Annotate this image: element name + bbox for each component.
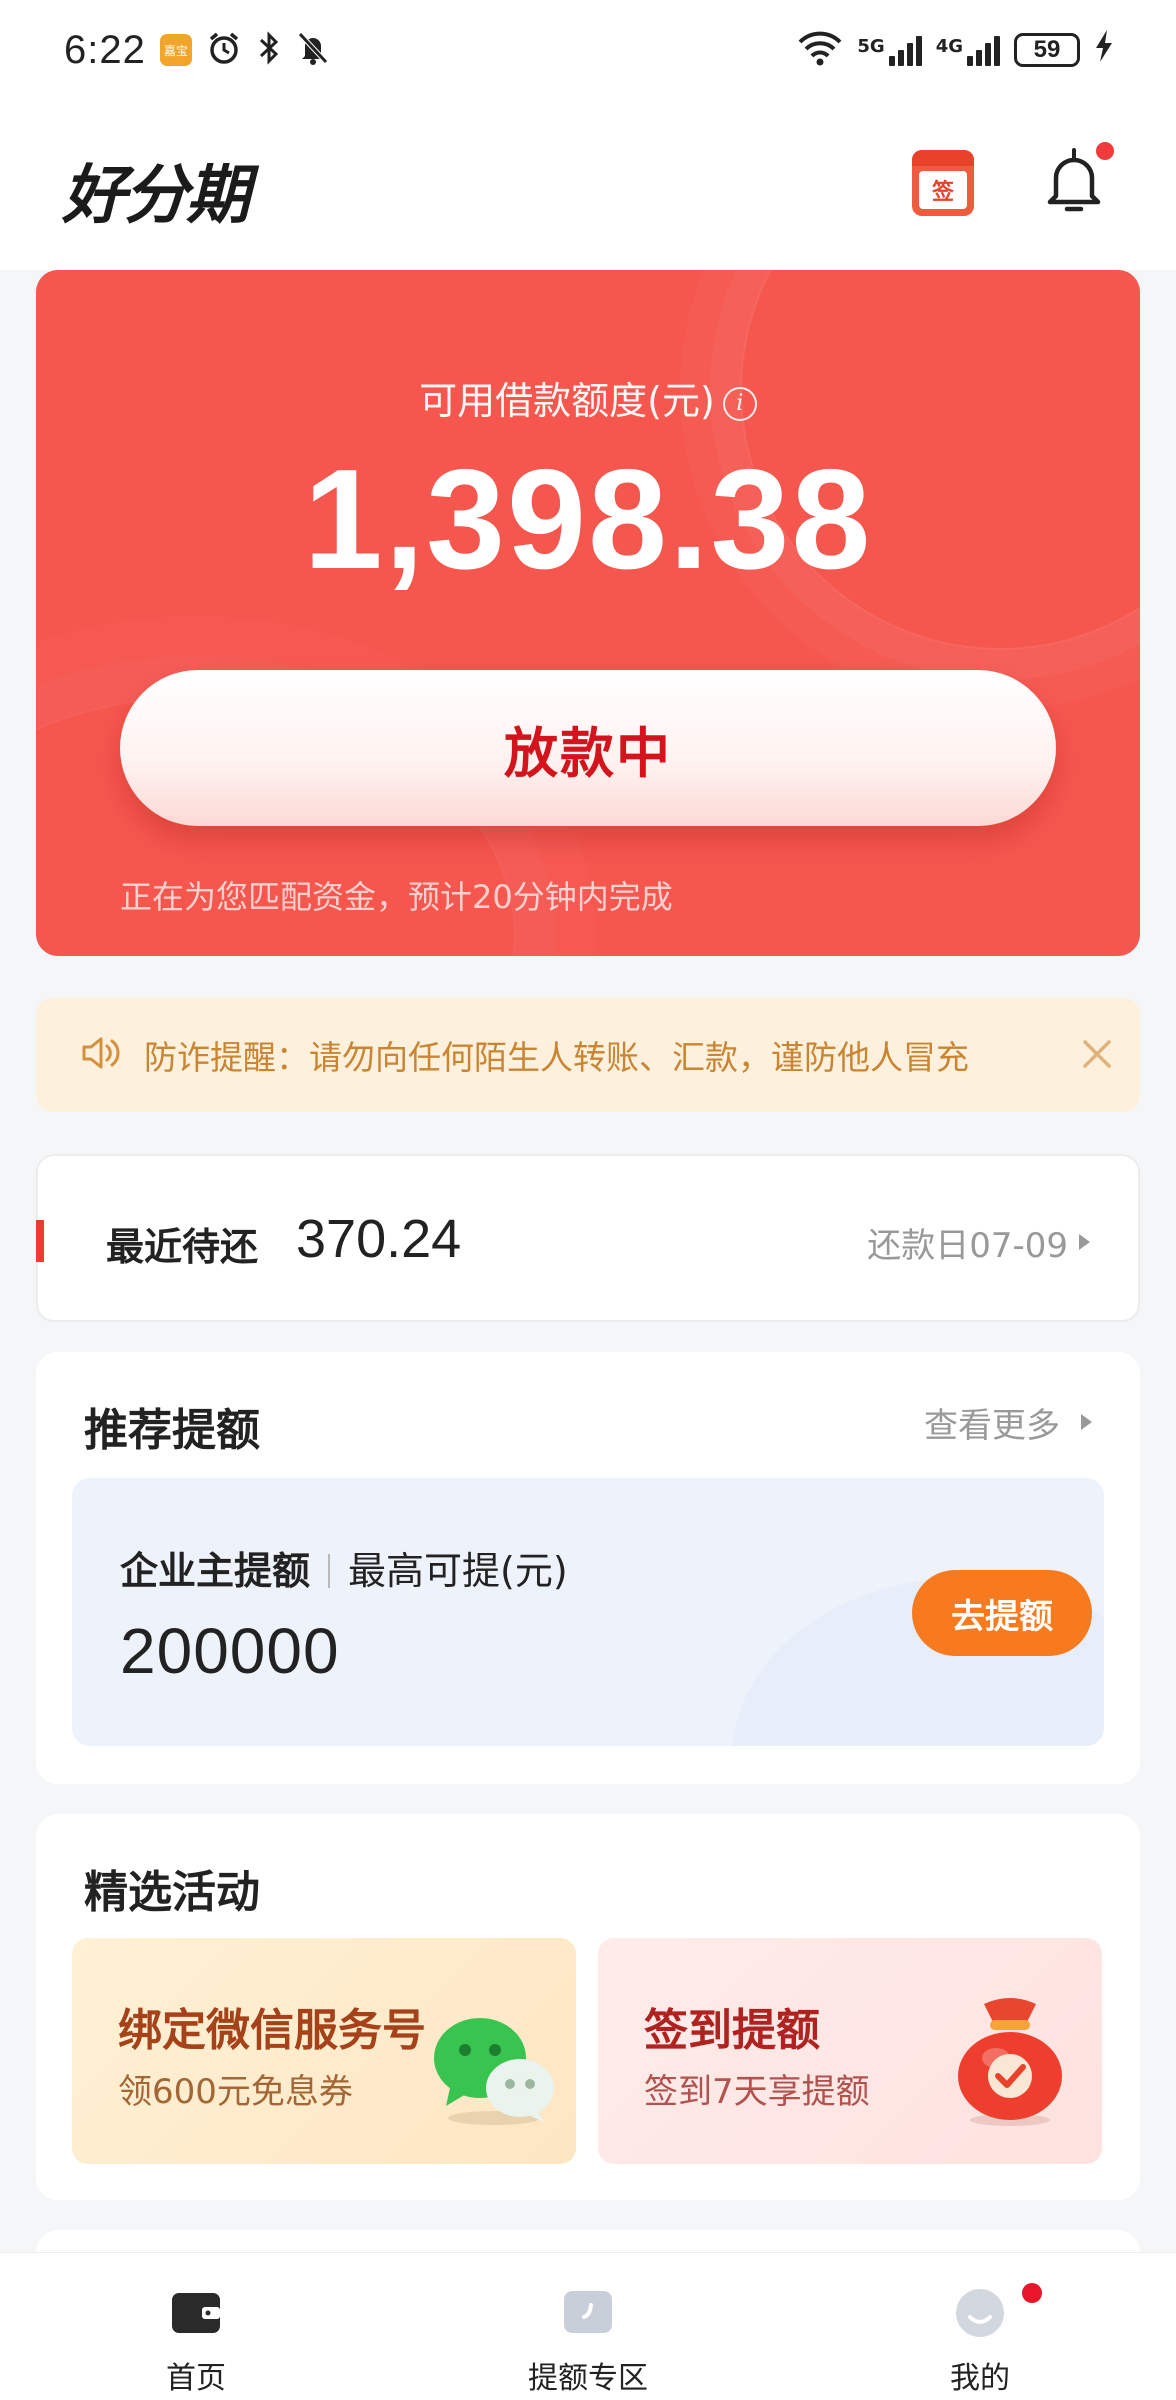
- app-screen: 6:22 嘉宝 5G 4G 59 好分期 签 可用借款额度(元) i 1,398…: [0, 0, 1176, 2400]
- info-icon[interactable]: i: [722, 386, 757, 421]
- nav-label: 提额专区: [528, 2361, 648, 2396]
- accent-bar: [36, 1220, 44, 1262]
- activity-title: 签到提额: [644, 2005, 820, 2056]
- activity-title: 绑定微信服务号: [118, 2005, 426, 2056]
- mute-icon: [296, 30, 330, 70]
- repayment-amount: 370.24: [296, 1209, 462, 1269]
- speaker-icon: [80, 1034, 122, 1076]
- repayment-label: 最近待还: [106, 1225, 259, 1269]
- nav-label: 我的: [950, 2361, 1010, 2396]
- checkin-quota-card[interactable]: 签到提额 签到7天享提额: [598, 1938, 1102, 2164]
- signal-icon: [888, 34, 922, 66]
- nav-raise-quota[interactable]: 提额专区: [438, 2253, 738, 2400]
- section-title: 推荐提额: [84, 1405, 260, 1456]
- recommend-quota-section: 推荐提额 查看更多 企业主提额 最高可提(元) 200000 去提额: [36, 1352, 1140, 1784]
- wallet-icon: [172, 2293, 220, 2333]
- battery-indicator: 59: [1014, 33, 1080, 67]
- card-icon: [564, 2291, 612, 2333]
- lucky-bag-icon: [958, 1998, 1062, 2126]
- activity-subtitle: 签到7天享提额: [644, 2072, 870, 2112]
- nav-home[interactable]: 首页: [46, 2253, 346, 2400]
- credit-limit-card: 可用借款额度(元) i 1,398.38 放款中 正在为您匹配资金，预计20分钟内…: [36, 270, 1140, 956]
- see-more-link[interactable]: 查看更多: [924, 1398, 1060, 1447]
- notification-badge: [1096, 142, 1114, 160]
- loan-progress-note: 正在为您匹配资金，预计20分钟内完成: [120, 878, 673, 916]
- bottom-navigation: 首页 提额专区 我的: [0, 2252, 1176, 2400]
- calendar-icon: 签: [919, 171, 967, 209]
- credit-limit-amount: 1,398.38: [303, 440, 873, 599]
- anti-fraud-notice[interactable]: 防诈提醒：请勿向任何陌生人转账、汇款，谨防他人冒充: [36, 998, 1140, 1112]
- app-header: 好分期 签: [0, 100, 1176, 270]
- credit-limit-label-row: 可用借款额度(元) i: [36, 370, 1140, 425]
- section-title: 精选活动: [84, 1867, 260, 1918]
- repayment-due-date: 还款日07-09: [867, 1226, 1068, 1266]
- featured-activities-section: 精选活动 绑定微信服务号 领600元免息券 签到提额 签到7天享提额: [36, 1814, 1140, 2200]
- divider: [328, 1554, 331, 1588]
- app-logo: 好分期: [62, 159, 250, 233]
- loan-status-button[interactable]: 放款中: [120, 670, 1056, 826]
- wifi-icon: [797, 30, 843, 70]
- quota-type: 企业主提额: [120, 1549, 311, 1593]
- charging-icon: [1094, 29, 1114, 71]
- arrow-right-icon: [1081, 1414, 1092, 1430]
- credit-limit-label: 可用借款额度(元): [419, 379, 715, 423]
- bluetooth-icon: [256, 30, 282, 70]
- upcoming-repayment-card[interactable]: 最近待还 370.24 还款日07-09: [36, 1154, 1140, 1322]
- signal-5g: 5G: [857, 34, 922, 66]
- nav-label: 首页: [166, 2361, 226, 2396]
- profile-icon: [956, 2289, 1004, 2337]
- quota-amount: 200000: [120, 1615, 340, 1687]
- wechat-binding-card[interactable]: 绑定微信服务号 领600元免息券: [72, 1938, 576, 2164]
- notice-text: 防诈提醒：请勿向任何陌生人转账、汇款，谨防他人冒充: [144, 1038, 969, 1077]
- notification-badge: [1022, 2283, 1042, 2303]
- wechat-icon: [434, 2018, 554, 2125]
- arrow-right-icon: [1079, 1234, 1090, 1250]
- alarm-icon: [206, 30, 242, 70]
- quota-caption: 最高可提(元): [348, 1549, 568, 1593]
- checkin-calendar-button[interactable]: 签: [912, 150, 974, 216]
- status-time: 6:22: [64, 27, 146, 72]
- raise-quota-button[interactable]: 去提额: [912, 1570, 1092, 1656]
- close-icon[interactable]: [1082, 1034, 1112, 1076]
- status-bar: 6:22 嘉宝 5G 4G 59: [0, 0, 1176, 100]
- app-notification-icon: 嘉宝: [159, 34, 192, 66]
- quota-title-row: 企业主提额 最高可提(元): [120, 1540, 568, 1595]
- signal-4g: 4G: [936, 34, 1000, 66]
- notification-button[interactable]: [1042, 146, 1106, 218]
- nav-mine[interactable]: 我的: [830, 2253, 1130, 2400]
- signal-icon: [967, 34, 1000, 66]
- activity-subtitle: 领600元免息券: [118, 2072, 353, 2112]
- business-quota-card[interactable]: 企业主提额 最高可提(元) 200000 去提额: [72, 1478, 1104, 1746]
- bell-icon: [1047, 148, 1101, 212]
